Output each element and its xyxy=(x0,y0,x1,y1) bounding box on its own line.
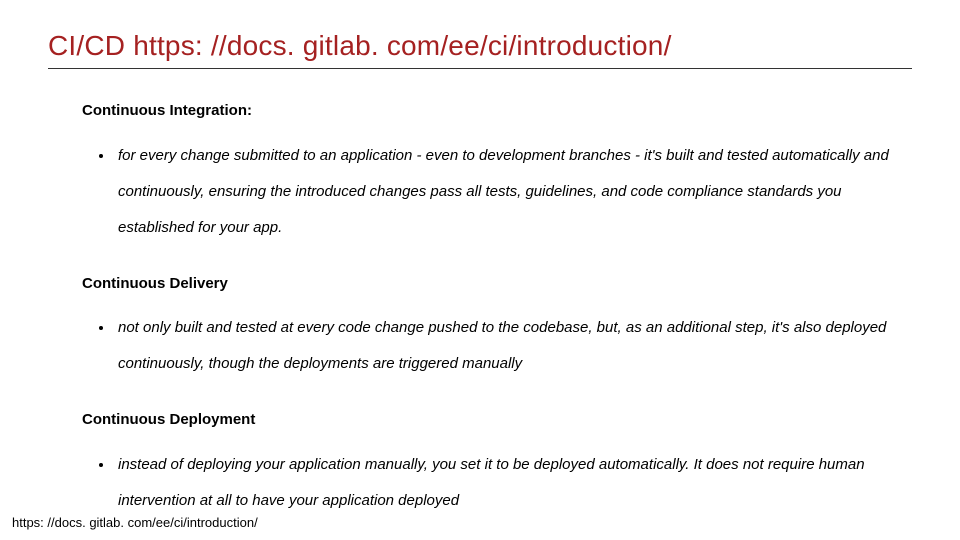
bullet-list-ci: for every change submitted to an applica… xyxy=(82,138,902,246)
bullet-list-cdelivery: not only built and tested at every code … xyxy=(82,310,902,382)
bullet-item: for every change submitted to an applica… xyxy=(114,138,902,246)
section-heading-cdeploy: Continuous Deployment xyxy=(82,406,902,435)
footer-url: https: //docs. gitlab. com/ee/ci/introdu… xyxy=(12,515,258,530)
slide: CI/CD https: //docs. gitlab. com/ee/ci/i… xyxy=(0,0,960,540)
slide-title: CI/CD https: //docs. gitlab. com/ee/ci/i… xyxy=(48,30,912,69)
section-heading-cdelivery: Continuous Delivery xyxy=(82,270,902,299)
slide-content: Continuous Integration: for every change… xyxy=(48,97,912,519)
bullet-item: not only built and tested at every code … xyxy=(114,310,902,382)
bullet-list-cdeploy: instead of deploying your application ma… xyxy=(82,447,902,519)
section-heading-ci: Continuous Integration: xyxy=(82,97,902,126)
bullet-item: instead of deploying your application ma… xyxy=(114,447,902,519)
